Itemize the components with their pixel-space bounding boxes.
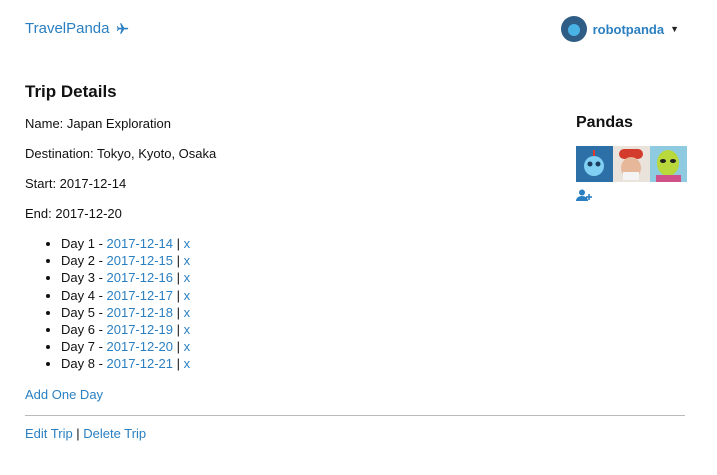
day-separator: | [173, 356, 184, 372]
add-day-link[interactable]: Add One Day [25, 387, 103, 402]
remove-day-link[interactable]: x [184, 253, 191, 268]
day-separator: | [173, 287, 184, 303]
remove-day-link[interactable]: x [184, 322, 191, 337]
edit-trip-link[interactable]: Edit Trip [25, 426, 73, 441]
delete-trip-link[interactable]: Delete Trip [83, 426, 146, 441]
day-label: Day 4 - [61, 287, 107, 303]
day-date-link[interactable]: 2017-12-16 [107, 270, 174, 285]
day-date-link[interactable]: 2017-12-19 [107, 322, 174, 337]
trip-start: Start: 2017-12-14 [25, 176, 127, 191]
panda-members [576, 146, 687, 182]
day-date-link[interactable]: 2017-12-21 [107, 356, 174, 371]
day-item: Day 5 - 2017-12-18 | x [61, 304, 190, 321]
remove-day-link[interactable]: x [184, 305, 191, 320]
day-label: Day 1 - [61, 236, 107, 251]
day-item: Day 7 - 2017-12-20 | x [61, 338, 190, 355]
day-date-link[interactable]: 2017-12-17 [107, 288, 174, 303]
day-separator: | [173, 304, 184, 320]
day-label: Day 2 - [61, 253, 107, 269]
day-item: Day 6 - 2017-12-19 | x [61, 321, 190, 338]
page-title: Trip Details [25, 82, 117, 101]
day-item: Day 1 - 2017-12-14 | x [61, 235, 190, 252]
day-date-link[interactable]: 2017-12-20 [107, 339, 174, 354]
pandas-heading: Pandas [576, 114, 633, 131]
brand-link[interactable]: TravelPanda [25, 20, 129, 37]
trip-destination: Destination: Tokyo, Kyoto, Osaka [25, 146, 217, 161]
day-date-link[interactable]: 2017-12-18 [107, 305, 174, 320]
day-label: Day 8 - [61, 356, 107, 372]
day-list: Day 1 - 2017-12-14 | x Day 2 - 2017-12-1… [43, 235, 190, 373]
alien-avatar[interactable] [650, 146, 687, 182]
trip-name: Name: Japan Exploration [25, 116, 171, 131]
trip-end: End: 2017-12-20 [25, 206, 122, 221]
remove-day-link[interactable]: x [184, 356, 191, 371]
day-separator: | [173, 236, 184, 251]
remove-day-link[interactable]: x [184, 339, 191, 354]
day-item: Day 4 - 2017-12-17 | x [61, 287, 190, 304]
day-label: Day 5 - [61, 304, 107, 320]
divider [25, 415, 685, 416]
user-avatar [560, 16, 587, 42]
day-label: Day 3 - [61, 270, 107, 286]
day-date-link[interactable]: 2017-12-15 [107, 253, 174, 268]
remove-day-link[interactable]: x [184, 288, 191, 303]
robot-panda-avatar[interactable] [576, 146, 613, 182]
add-user-icon[interactable] [576, 189, 593, 202]
day-item: Day 8 - 2017-12-21 | x [61, 355, 190, 372]
actions-separator: | [72, 426, 84, 441]
username: robotpanda [592, 21, 665, 37]
day-separator: | [173, 270, 184, 286]
caret-down-icon: ▼ [670, 24, 679, 34]
day-item: Day 2 - 2017-12-15 | x [61, 252, 190, 269]
day-separator: | [173, 322, 184, 338]
day-separator: | [173, 253, 184, 269]
man-red-hat-avatar[interactable] [613, 146, 650, 182]
day-item: Day 3 - 2017-12-16 | x [61, 269, 190, 286]
day-date-link[interactable]: 2017-12-14 [107, 236, 174, 251]
user-menu[interactable]: robotpanda ▼ [560, 16, 679, 42]
day-label: Day 6 - [61, 322, 107, 338]
plane-icon [116, 23, 128, 34]
remove-day-link[interactable]: x [184, 270, 191, 285]
day-separator: | [173, 339, 184, 355]
trip-actions: Edit Trip | Delete Trip [25, 426, 146, 441]
day-label: Day 7 - [61, 339, 107, 355]
remove-day-link[interactable]: x [184, 236, 191, 251]
brand-name: TravelPanda [25, 20, 110, 37]
